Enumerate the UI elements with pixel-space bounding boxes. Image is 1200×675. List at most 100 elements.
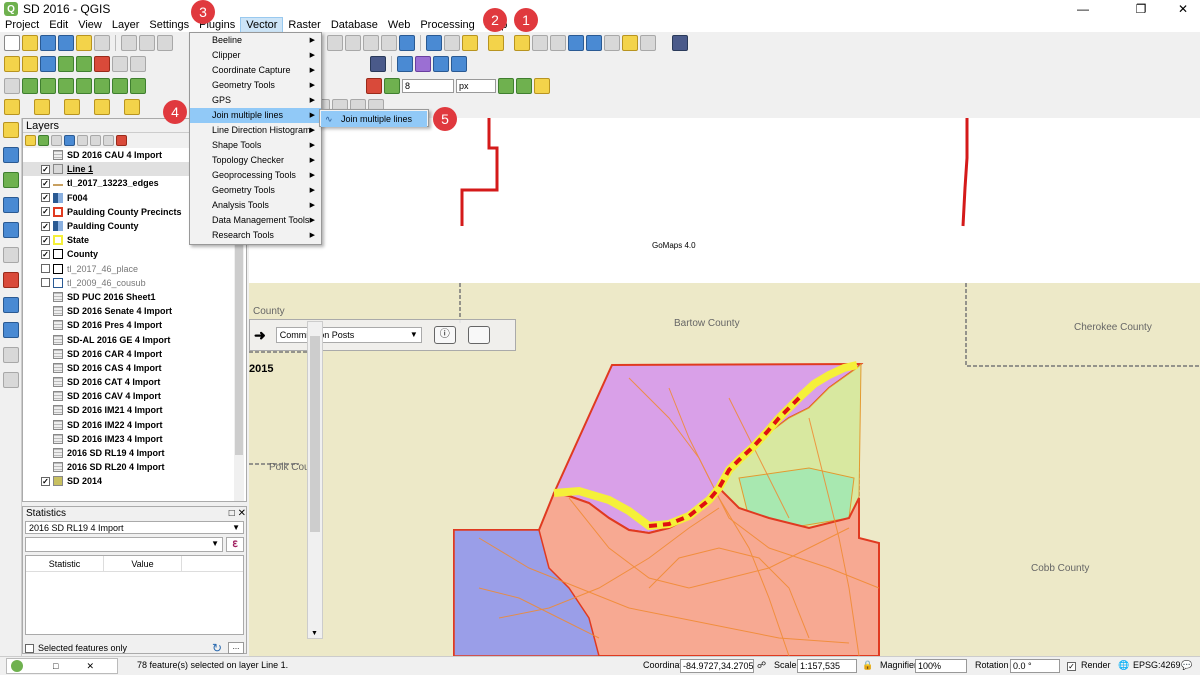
toggle-editing-icon[interactable] xyxy=(22,56,38,72)
menu-vector[interactable]: Vector xyxy=(240,17,284,33)
field-calculator-icon[interactable] xyxy=(550,35,566,51)
add-csv-icon[interactable] xyxy=(3,172,19,188)
text-annotation-icon[interactable] xyxy=(640,35,656,51)
add-part-icon[interactable] xyxy=(58,78,74,94)
map-svg[interactable]: GoMaps 4.0 Bartow County Cherokee County… xyxy=(249,118,1200,656)
menu-edit[interactable]: Edit xyxy=(44,18,73,32)
layer-item[interactable]: SD 2016 CAR 4 Import xyxy=(23,347,246,361)
simplify-feature-icon[interactable] xyxy=(22,78,38,94)
layer-visibility-checkbox[interactable]: ✓ xyxy=(41,164,50,174)
layer-item[interactable]: SD 2016 IM22 4 Import xyxy=(23,418,246,432)
virtual-layer-icon[interactable] xyxy=(3,322,19,338)
fill-ring-icon[interactable] xyxy=(76,78,92,94)
commission-posts-select[interactable]: Commission Posts ▼ xyxy=(275,327,422,343)
copy-features-icon[interactable] xyxy=(130,56,146,72)
lock-scale-icon[interactable]: 🔒 xyxy=(862,660,873,671)
add-wfs-icon[interactable] xyxy=(3,222,19,238)
crs-value[interactable]: EPSG:4269 xyxy=(1133,660,1181,670)
vector-menu-item[interactable]: Line Direction Histogram ▶ xyxy=(190,123,321,138)
new-map-view-icon[interactable] xyxy=(345,35,361,51)
layer-visibility-checkbox[interactable] xyxy=(41,434,50,443)
selected-only-checkbox[interactable] xyxy=(25,643,34,653)
add-wcs-icon[interactable] xyxy=(3,297,19,313)
panel-float-close-icon[interactable]: □ ✕ xyxy=(229,507,246,521)
render-checkbox[interactable]: ✓ xyxy=(1067,662,1076,671)
menu-raster[interactable]: Raster xyxy=(283,18,325,32)
layer-item[interactable]: SD 2016 CAT 4 Import xyxy=(23,375,246,389)
vector-menu-item[interactable]: Analysis Tools ▶ xyxy=(190,198,321,213)
scroll-down-icon[interactable]: ▼ xyxy=(311,630,318,637)
overlay-scrollbar-thumb[interactable] xyxy=(310,336,320,532)
deselect-features-icon[interactable] xyxy=(514,35,530,51)
show-bookmarks-icon[interactable] xyxy=(381,35,397,51)
layer-item[interactable]: SD-AL 2016 GE 4 Import xyxy=(23,332,246,346)
new-project-icon[interactable] xyxy=(4,35,20,51)
open-project-icon[interactable] xyxy=(22,35,38,51)
save-layer-edits-icon[interactable] xyxy=(40,56,56,72)
layer-visibility-checkbox[interactable]: ✓ xyxy=(41,476,50,486)
maximize-button[interactable]: ❐ xyxy=(1118,0,1164,18)
measure-line-icon[interactable] xyxy=(604,35,620,51)
layer-visibility-checkbox[interactable] xyxy=(41,307,50,316)
delete-ring-icon[interactable] xyxy=(94,78,110,94)
layer-visibility-checkbox[interactable] xyxy=(41,463,50,472)
qgis-app-icon[interactable] xyxy=(11,660,23,672)
layer-item[interactable]: SD 2016 CAV 4 Import xyxy=(23,389,246,403)
restore-icon[interactable]: □ xyxy=(53,661,58,671)
coordinate-field[interactable]: -84.9727,34.2705 xyxy=(680,659,754,673)
intersection-icon[interactable] xyxy=(516,78,532,94)
layer-visibility-checkbox[interactable]: ✓ xyxy=(41,207,50,217)
add-group-icon[interactable] xyxy=(38,135,49,146)
add-wms-icon[interactable] xyxy=(3,197,19,213)
overlay-scrollbar[interactable]: ▼ xyxy=(307,321,323,639)
layer-visibility-checkbox[interactable]: ✓ xyxy=(41,235,50,245)
layer-visibility-checkbox[interactable] xyxy=(41,378,50,387)
snapping-mode-icon[interactable] xyxy=(384,78,400,94)
menu-project[interactable]: Project xyxy=(0,18,44,32)
expression-button[interactable]: ℇ xyxy=(226,537,244,552)
enable-tracing-icon[interactable] xyxy=(366,78,382,94)
scale-field[interactable]: 1:157,535 xyxy=(797,659,857,673)
layer-visibility-checkbox[interactable] xyxy=(41,321,50,330)
layer-item[interactable]: SD 2016 IM21 4 Import xyxy=(23,403,246,417)
add-ring-icon[interactable] xyxy=(40,78,56,94)
layer-visibility-checkbox[interactable] xyxy=(41,278,50,288)
statistics-layer-select[interactable]: 2016 SD RL19 4 Import ▼ xyxy=(25,521,244,534)
layer-item[interactable]: ✓ SD 2014 xyxy=(23,474,246,488)
plugin-icon[interactable] xyxy=(415,56,431,72)
layer-visibility-checkbox[interactable] xyxy=(41,264,50,274)
layer-item[interactable]: SD 2016 Pres 4 Import xyxy=(23,318,246,332)
magnifier-field[interactable]: 100% xyxy=(915,659,967,673)
reshape-features-icon[interactable] xyxy=(130,78,146,94)
vector-menu-item[interactable]: Research Tools ▶ xyxy=(190,228,321,243)
refresh-icon[interactable] xyxy=(327,35,343,51)
vector-menu-item[interactable]: Topology Checker ▶ xyxy=(190,153,321,168)
oracle-layer-icon[interactable] xyxy=(3,372,19,388)
reload-icon[interactable] xyxy=(399,35,415,51)
add-delimited-text-icon[interactable] xyxy=(124,99,140,115)
arrow-right-icon[interactable]: ➜ xyxy=(254,327,266,344)
toggle-extents-icon[interactable]: ☍ xyxy=(757,660,766,671)
digitize-icon[interactable] xyxy=(4,78,20,94)
add-raster-icon[interactable] xyxy=(3,147,19,163)
bookmark-icon[interactable] xyxy=(363,35,379,51)
layer-visibility-checkbox[interactable] xyxy=(41,406,50,415)
add-vector-layer-icon[interactable] xyxy=(4,99,20,115)
statistical-summary-icon[interactable] xyxy=(586,35,602,51)
layer-item[interactable]: tl_2009_46_cousub xyxy=(23,276,246,290)
save-as-icon[interactable] xyxy=(58,35,74,51)
map-canvas[interactable]: GoMaps 4.0 Bartow County Cherokee County… xyxy=(249,118,1200,656)
add-feature-icon[interactable] xyxy=(58,56,74,72)
open-attribute-table-icon[interactable] xyxy=(532,35,548,51)
vector-menu-item[interactable]: Shape Tools ▶ xyxy=(190,138,321,153)
close-button[interactable]: ✕ xyxy=(1166,0,1200,18)
vector-menu-item[interactable]: Join multiple lines ▶ xyxy=(190,108,321,123)
layer-item[interactable]: SD 2016 IM23 4 Import xyxy=(23,432,246,446)
gps-tracking-icon[interactable] xyxy=(370,56,386,72)
collapse-all-icon[interactable] xyxy=(103,135,114,146)
messages-icon[interactable]: 💬 xyxy=(1181,660,1192,671)
vector-menu-item[interactable]: Geoprocessing Tools ▶ xyxy=(190,168,321,183)
field-select[interactable]: ▼ xyxy=(25,537,223,552)
vector-menu-item[interactable]: Geometry Tools ▶ xyxy=(190,78,321,93)
layer-item[interactable]: SD PUC 2016 Sheet1 xyxy=(23,290,246,304)
